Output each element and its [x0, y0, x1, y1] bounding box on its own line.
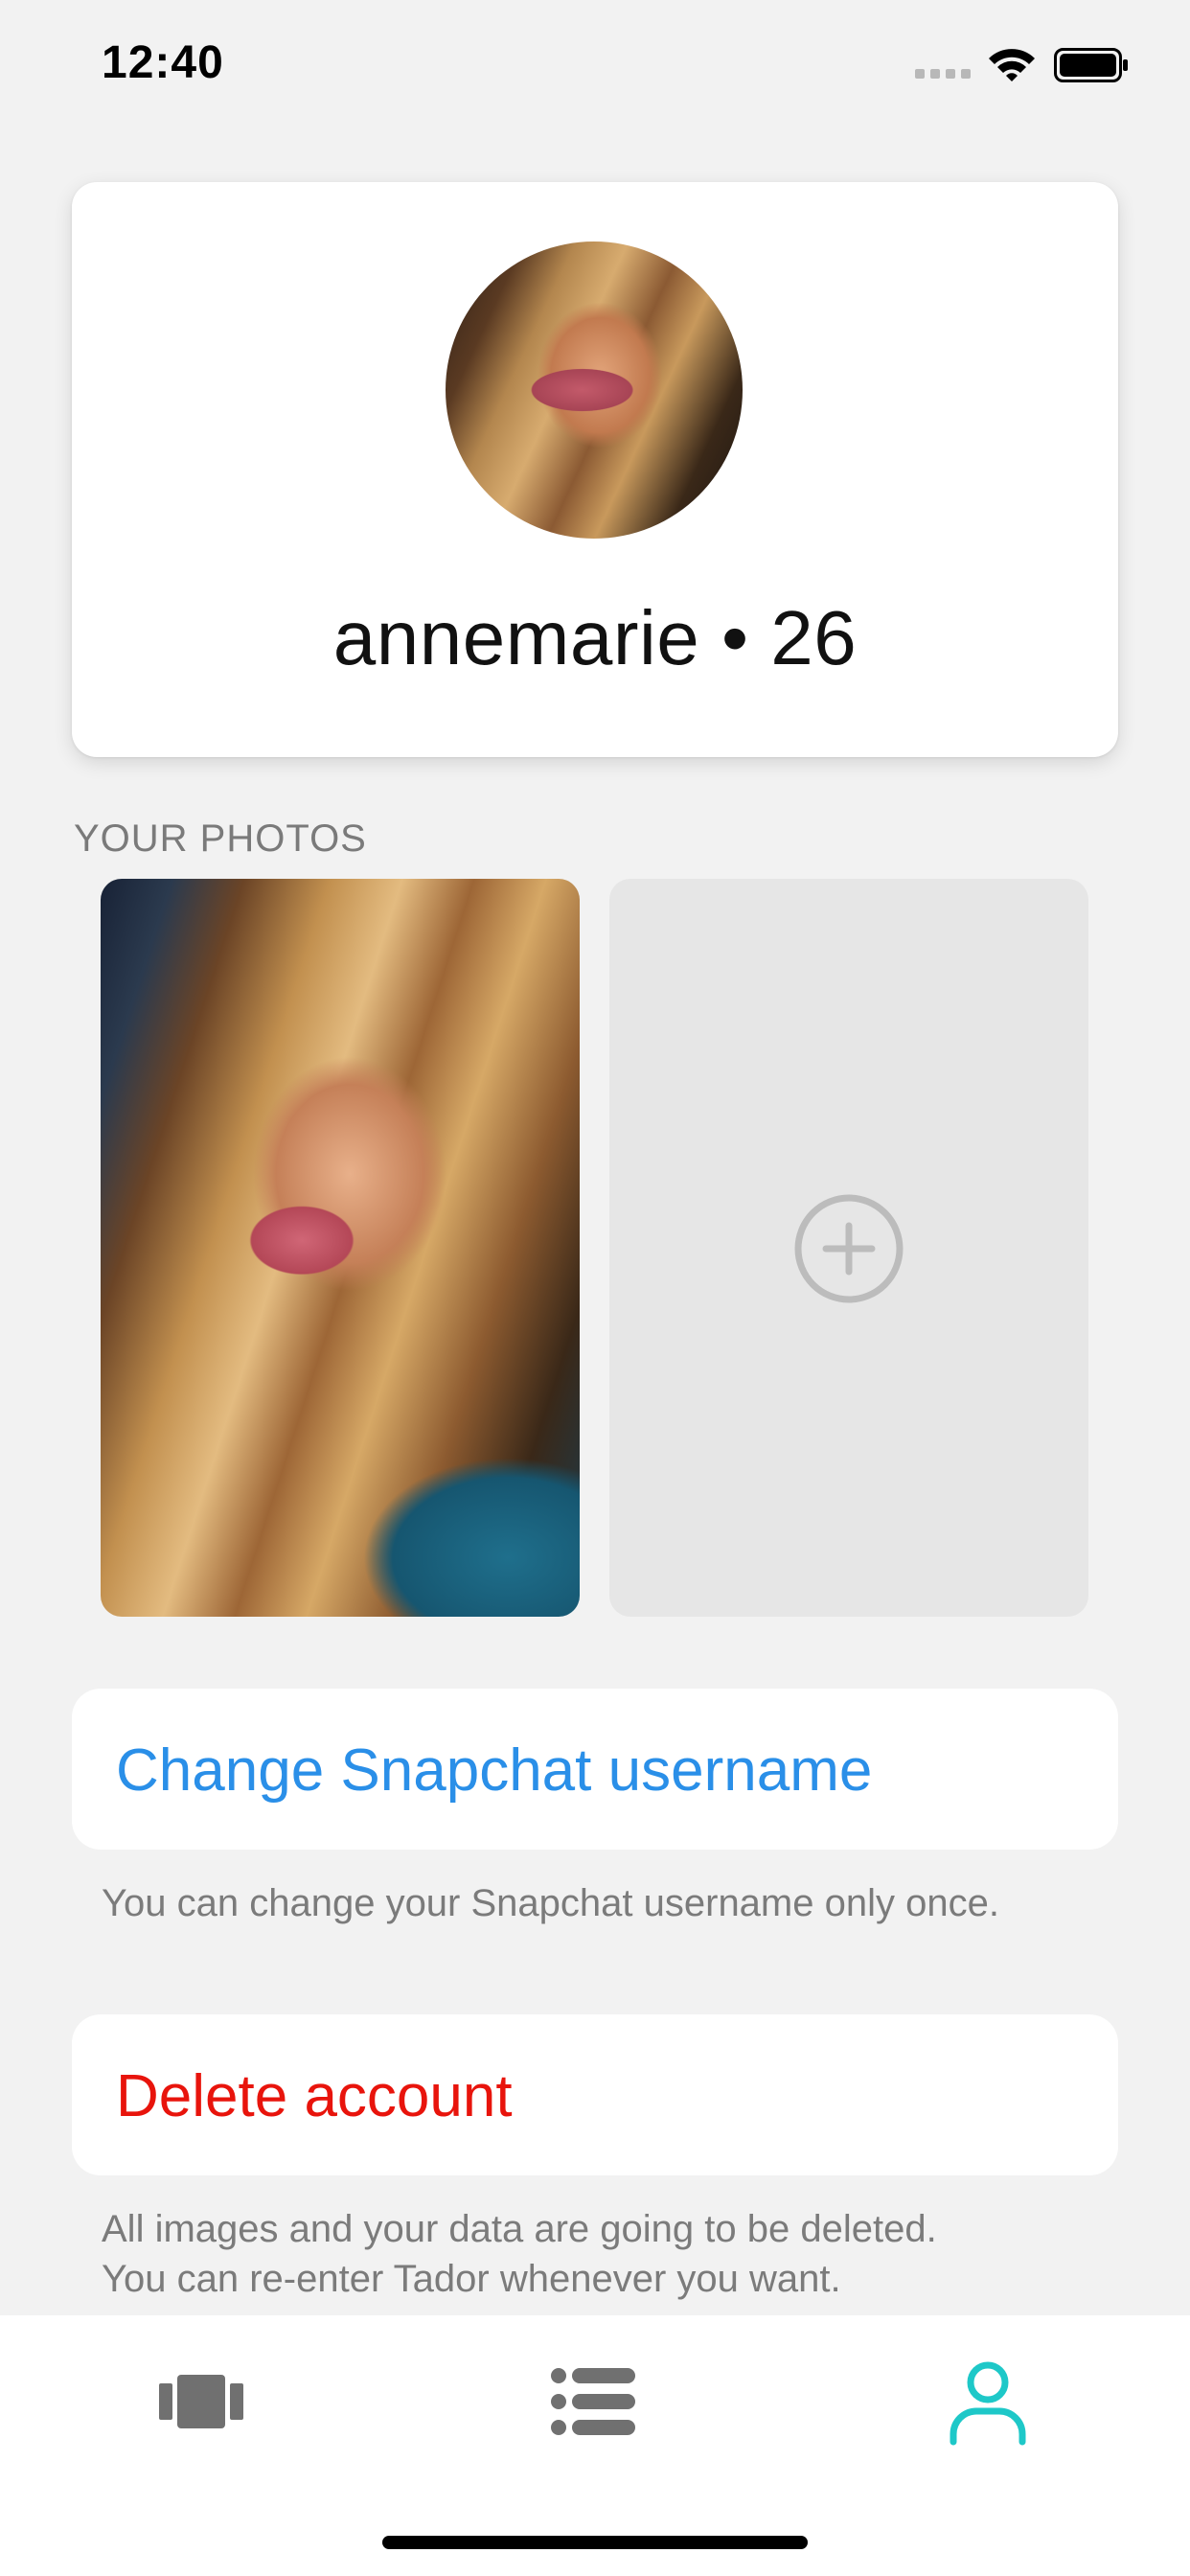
delete-note-line-1: All images and your data are going to be… [102, 2208, 937, 2250]
wifi-icon [989, 49, 1035, 81]
delete-account-note: All images and your data are going to be… [102, 2204, 937, 2304]
status-bar: 12:40 [0, 0, 1190, 125]
tab-list[interactable] [451, 2315, 739, 2478]
change-username-button[interactable]: Change Snapchat username [72, 1689, 1118, 1850]
profile-card: annemarie • 26 [72, 182, 1118, 757]
profile-name: annemarie • 26 [332, 595, 858, 680]
plus-circle-icon [794, 1194, 904, 1303]
home-indicator[interactable] [382, 2536, 808, 2549]
photo-tile[interactable] [101, 879, 580, 1617]
status-time: 12:40 [102, 37, 224, 88]
tab-profile[interactable] [844, 2315, 1132, 2478]
delete-note-line-2: You can re-enter Tador whenever you want… [102, 2258, 841, 2300]
section-header-photos: YOUR PHOTOS [74, 817, 367, 860]
cards-icon [159, 2375, 243, 2428]
delete-account-button[interactable]: Delete account [72, 2014, 1118, 2175]
delete-account-label: Delete account [116, 2063, 513, 2129]
signal-icon [915, 69, 971, 80]
profile-icon [950, 2361, 1026, 2446]
battery-icon [1054, 48, 1128, 82]
change-username-note: You can change your Snapchat username on… [102, 1882, 999, 1924]
change-username-label: Change Snapchat username [116, 1737, 873, 1804]
profile-screen: 12:40 annemarie • 26 YOUR PHOTOS Change [0, 0, 1190, 2576]
tab-cards[interactable] [57, 2315, 345, 2478]
avatar[interactable] [446, 242, 743, 539]
list-icon [551, 2368, 635, 2435]
add-photo-button[interactable] [609, 879, 1088, 1617]
